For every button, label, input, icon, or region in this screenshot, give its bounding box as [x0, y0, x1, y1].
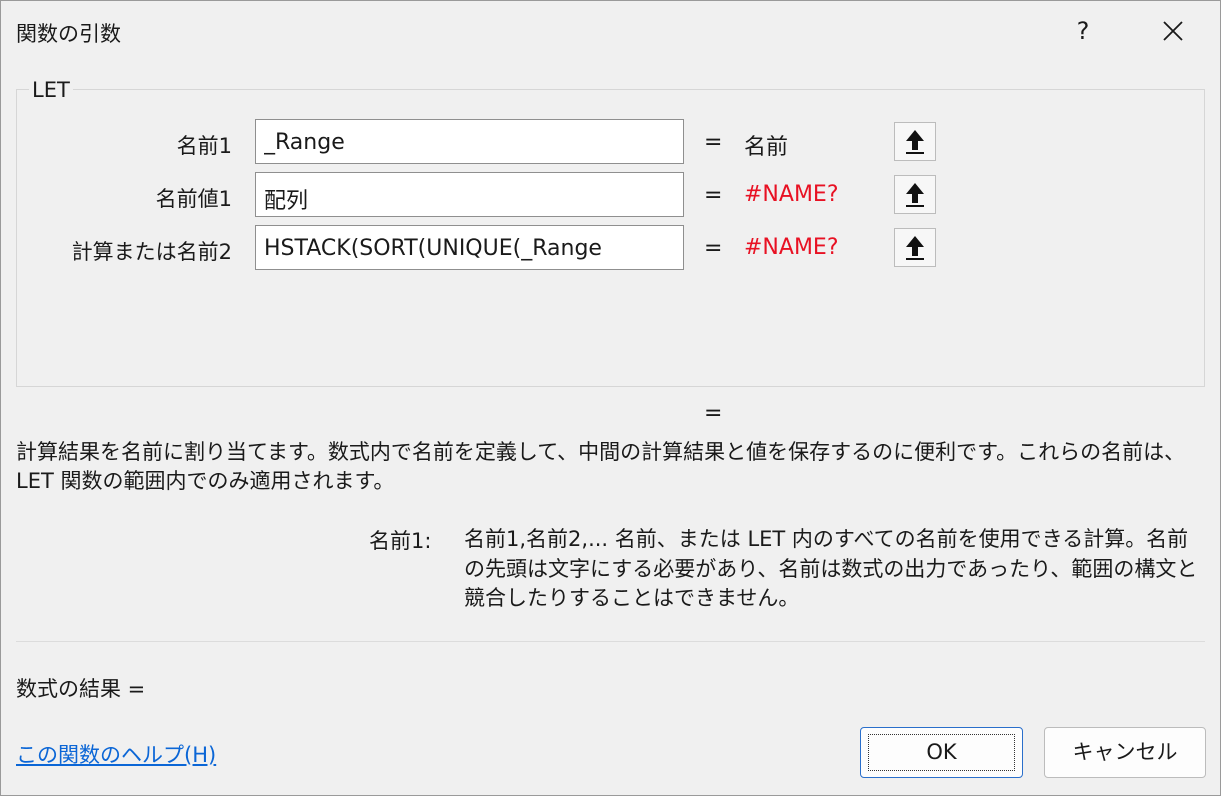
divider: [16, 641, 1205, 642]
formula-result: 数式の結果 =: [16, 677, 146, 701]
function-arguments-dialog: 関数の引数 ? LET 名前1 _Range = 名前 名前値1 配列 = #N…: [0, 0, 1221, 796]
up-arrow-icon: [906, 183, 924, 207]
dialog-title: 関数の引数: [16, 22, 121, 46]
arg2-result: #NAME?: [744, 182, 839, 207]
arg2-value: 配列: [264, 189, 309, 214]
help-button[interactable]: ?: [1069, 13, 1097, 49]
arg2-input[interactable]: 配列: [255, 172, 936, 217]
arg3-result: #NAME?: [744, 235, 839, 260]
cancel-label: キャンセル: [1072, 740, 1178, 764]
question-icon: ?: [1076, 17, 1090, 45]
close-icon: [1163, 21, 1183, 41]
description-line-2: LET 関数の範囲内でのみ適用されます。: [16, 469, 395, 493]
function-description: 計算結果を名前に割り当てます。数式内で名前を定義して、中間の計算結果と値を保存す…: [16, 438, 1211, 496]
arg3-input[interactable]: HSTACK(SORT(UNIQUE(_Range: [255, 225, 936, 270]
arg-help-name: 名前1:: [369, 529, 432, 553]
function-result-equals: =: [704, 401, 723, 426]
arg1-result: 名前: [744, 135, 789, 160]
arg3-value: HSTACK(SORT(UNIQUE(_Range: [264, 236, 602, 261]
up-arrow-icon: [906, 130, 924, 154]
arg3-ref-button[interactable]: [894, 228, 936, 267]
arg1-ref-button[interactable]: [894, 122, 936, 161]
close-button[interactable]: [1153, 13, 1193, 49]
function-name-label: LET: [29, 78, 73, 102]
arg3-label: 計算または名前2: [71, 240, 232, 264]
arg1-label: 名前1: [176, 134, 232, 158]
arg2-ref-button[interactable]: [894, 175, 936, 214]
cancel-button[interactable]: キャンセル: [1044, 727, 1206, 778]
title-bar: 関数の引数 ?: [1, 1, 1221, 61]
arg2-label: 名前値1: [155, 187, 232, 211]
up-arrow-icon: [906, 236, 924, 260]
ok-label: OK: [926, 740, 957, 764]
ok-button[interactable]: OK: [860, 727, 1023, 778]
arg3-equals: =: [704, 236, 723, 261]
arg1-value: _Range: [264, 130, 345, 155]
arg2-equals: =: [704, 183, 723, 208]
function-help-link[interactable]: この関数のヘルプ(H): [16, 739, 216, 769]
arg1-input[interactable]: _Range: [255, 119, 936, 164]
description-line-1: 計算結果を名前に割り当てます。数式内で名前を定義して、中間の計算結果と値を保存す…: [16, 440, 1186, 464]
arg-help-text: 名前1,名前2,... 名前、または LET 内のすべての名前を使用できる計算。…: [464, 527, 1198, 610]
arg1-equals: =: [704, 130, 723, 155]
